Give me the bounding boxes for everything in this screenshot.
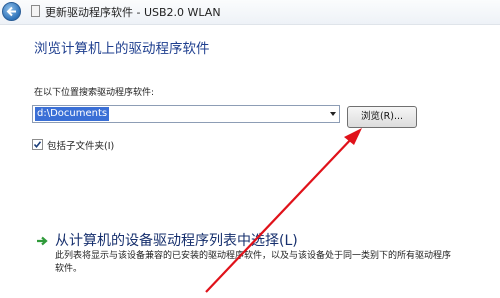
pick-from-list-description: 此列表将显示与该设备兼容的已安装的驱动程序软件，以及与该设备处于同一类别下的所有…	[55, 251, 452, 274]
search-location-label: 在以下位置搜索驱动程序软件:	[34, 88, 155, 98]
pick-from-list-link[interactable]: 从计算机的设备驱动程序列表中选择(L)	[55, 230, 298, 250]
search-path-combobox[interactable]: d:\Documents	[32, 105, 340, 123]
back-button[interactable]	[2, 2, 21, 21]
green-arrow-icon	[37, 236, 48, 246]
checkmark-icon	[33, 141, 42, 149]
search-path-value[interactable]: d:\Documents	[35, 107, 110, 121]
include-subfolders-checkbox[interactable]	[32, 139, 43, 150]
browse-button[interactable]: 浏览(R)...	[347, 106, 417, 128]
window-title: 更新驱动程序软件 - USB2.0 WLAN	[45, 6, 221, 19]
page-heading: 浏览计算机上的驱动程序软件	[34, 41, 210, 57]
chevron-down-icon[interactable]	[330, 112, 336, 116]
device-icon	[31, 5, 40, 17]
title-bar: 更新驱动程序软件 - USB2.0 WLAN	[0, 0, 500, 25]
back-arrow-icon	[6, 6, 16, 17]
include-subfolders-label[interactable]: 包括子文件夹(I)	[47, 138, 114, 152]
